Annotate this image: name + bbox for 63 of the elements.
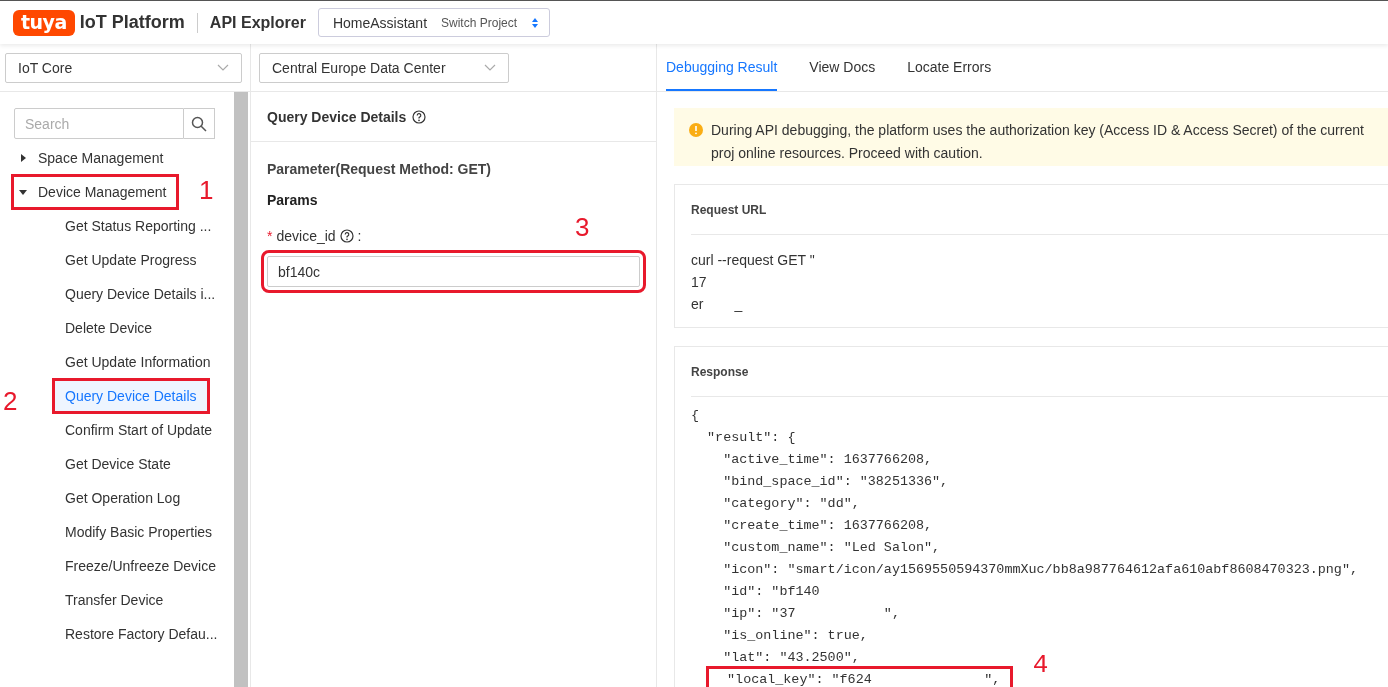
tree-group[interactable]: Space Management bbox=[14, 143, 174, 173]
card-title: Request URL bbox=[691, 202, 767, 217]
caret-right-icon bbox=[20, 154, 26, 162]
tab[interactable]: Locate Errors bbox=[907, 44, 992, 91]
code-line: "create_time": 1637766208, bbox=[722, 517, 934, 535]
code-line: "bind_space_id": "38251336", bbox=[722, 473, 950, 491]
tree-item[interactable]: Get Update Information bbox=[55, 347, 221, 377]
tab[interactable]: View Docs bbox=[809, 44, 876, 91]
section-title: API Explorer bbox=[209, 13, 306, 32]
code-line: "is_online": true, bbox=[722, 627, 869, 645]
method-label: Parameter(Request Method: GET) bbox=[267, 161, 493, 177]
tree-group[interactable]: Device Management bbox=[14, 177, 177, 207]
help-icon[interactable] bbox=[339, 229, 354, 243]
code-line: "result": { bbox=[706, 429, 797, 447]
code-line: "icon": "smart/icon/ay1569550594370mmXuc/bb8a987764612afa610abf8608470323.png", bbox=[722, 561, 1359, 579]
field-label: device_id bbox=[276, 228, 336, 244]
tree-item[interactable]: Transfer Device bbox=[55, 585, 174, 615]
help-icon[interactable] bbox=[412, 109, 427, 124]
tree-item[interactable]: Get Update Progress bbox=[55, 245, 207, 275]
chevron-down-icon bbox=[484, 63, 496, 72]
scrollbar[interactable] bbox=[234, 92, 248, 687]
service-dropdown[interactable]: IoT Core bbox=[5, 52, 242, 83]
warning-icon bbox=[689, 123, 703, 137]
code-line: "category": "dd", bbox=[722, 495, 861, 513]
switch-project-label: Switch Project bbox=[441, 15, 518, 30]
code-line: "lat": "43.2500", bbox=[722, 649, 861, 667]
sort-arrows-icon bbox=[531, 16, 540, 29]
chevron-down-icon bbox=[217, 63, 229, 72]
tree-item[interactable]: Modify Basic Properties bbox=[55, 517, 223, 547]
product-title: IoT Platform bbox=[79, 12, 185, 33]
required-mark: * bbox=[267, 228, 273, 244]
annotation-number: 3 bbox=[575, 214, 590, 240]
tree-item[interactable]: Freeze/Unfreeze Device bbox=[55, 551, 226, 581]
region-dropdown[interactable]: Central Europe Data Center bbox=[259, 52, 509, 83]
caret-down-icon bbox=[19, 189, 27, 195]
annotation-number: 1 bbox=[199, 177, 214, 203]
code-line: "id": "bf140 bbox=[722, 583, 821, 601]
annotation-number: 2 bbox=[3, 388, 18, 414]
project-name: HomeAssistant bbox=[332, 14, 428, 31]
url-text: curl --request GET " bbox=[691, 251, 815, 270]
tab[interactable]: Debugging Result bbox=[666, 44, 778, 91]
api-title: Query Device Details bbox=[267, 108, 407, 125]
code-line: "active_time": 1637766208, bbox=[722, 451, 934, 469]
card-title: Response bbox=[691, 364, 749, 379]
tree-item[interactable]: Get Status Reporting ... bbox=[55, 211, 222, 241]
params-heading: Params bbox=[267, 192, 319, 208]
url-text: er _ bbox=[691, 295, 744, 314]
tree-item[interactable]: Get Operation Log bbox=[55, 483, 191, 513]
project-selector[interactable]: HomeAssistant Switch Project bbox=[317, 8, 550, 37]
url-text: 17 bbox=[691, 273, 708, 292]
label-colon: : bbox=[357, 228, 362, 244]
tree-item[interactable]: Restore Factory Defau... bbox=[55, 619, 228, 649]
tree-item[interactable]: Confirm Start of Update bbox=[55, 415, 223, 445]
tree-item[interactable]: Query Device Details bbox=[55, 381, 207, 411]
tree-item[interactable]: Get Device State bbox=[55, 449, 181, 479]
tree-item[interactable]: Query Device Details i... bbox=[55, 279, 226, 309]
tree-item[interactable]: Delete Device bbox=[55, 313, 163, 343]
code-line: "ip": "37 ", bbox=[722, 605, 901, 623]
search-field[interactable]: Search bbox=[14, 108, 184, 139]
annotation-number: 4 bbox=[1032, 652, 1049, 678]
search-icon[interactable] bbox=[184, 108, 215, 139]
code-line: { bbox=[691, 407, 701, 425]
code-line: "custom_name": "Led Salon", bbox=[722, 539, 942, 557]
